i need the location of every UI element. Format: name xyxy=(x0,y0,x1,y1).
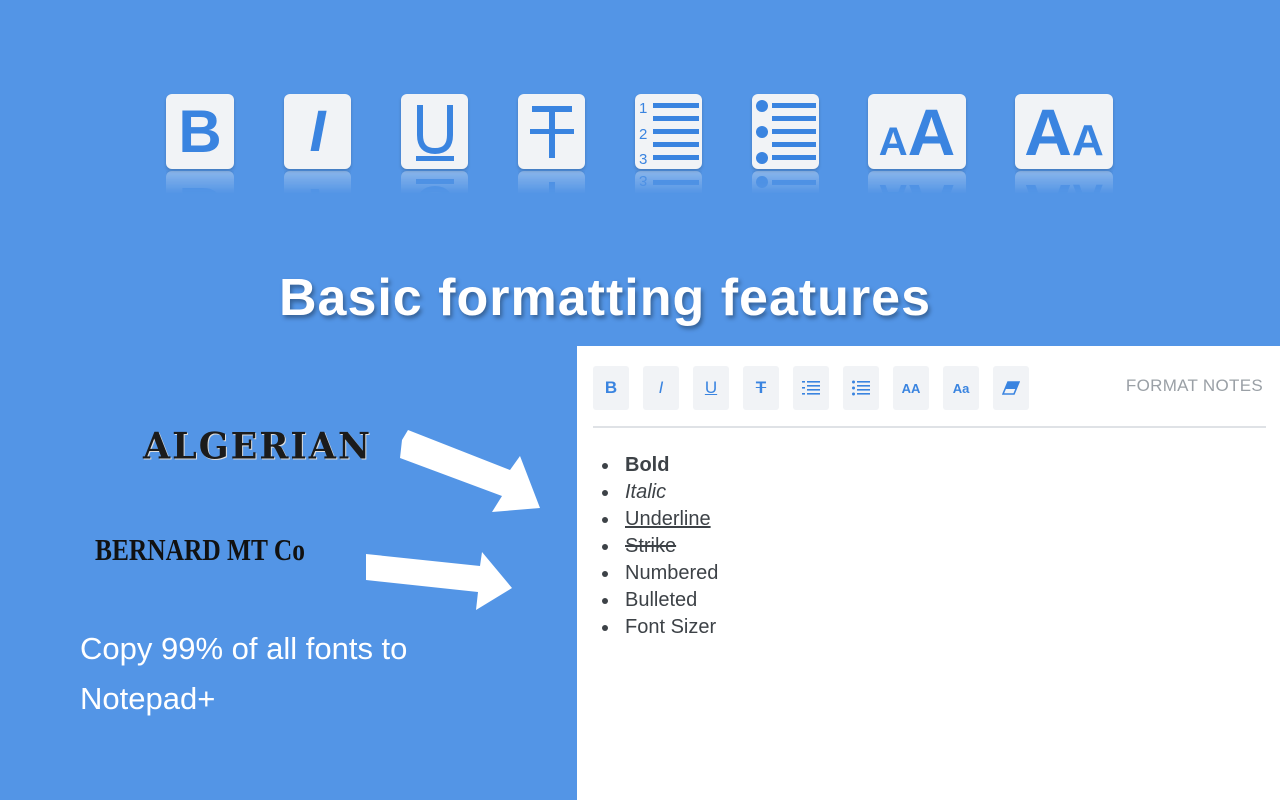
svg-text:3: 3 xyxy=(639,151,647,167)
strike-button[interactable]: T xyxy=(743,366,779,410)
list-item: Italic xyxy=(601,479,718,506)
font-size-increase-icon: AA xyxy=(901,380,921,396)
underline-icon: U xyxy=(704,378,718,397)
feature-icons-row: B I 1 2 3 AA AA xyxy=(0,94,1280,184)
italic-button[interactable]: I xyxy=(643,366,679,410)
copy-fonts-caption: Copy 99% of all fonts to Notepad+ xyxy=(80,631,408,716)
algerian-font-sample: ALGERIAN xyxy=(143,424,372,469)
headline: Basic formatting features xyxy=(278,269,932,327)
numbered-list-button[interactable] xyxy=(793,366,829,410)
bernard-font-sample: BERNARD MT Co xyxy=(95,532,305,567)
arrow-icon xyxy=(366,552,512,610)
list-item: Strike xyxy=(601,533,718,560)
font-size-up-button[interactable]: AA xyxy=(893,366,929,410)
eraser-icon xyxy=(1002,381,1020,395)
list-item: Bold xyxy=(601,452,718,479)
format-notes-label: FORMAT NOTES xyxy=(1125,376,1263,395)
bulleted-list-button[interactable] xyxy=(843,366,879,410)
underline-button[interactable]: U xyxy=(693,366,729,410)
list-item: Font Sizer xyxy=(601,614,718,641)
bold-icon: B xyxy=(166,94,234,169)
underline-icon xyxy=(401,94,468,169)
font-size-increase-icon: AA xyxy=(868,94,966,169)
italic-icon: I xyxy=(658,378,664,397)
numbered-list-icon xyxy=(802,381,820,395)
list-item: Underline xyxy=(601,506,718,533)
clear-format-button[interactable] xyxy=(993,366,1029,410)
bulleted-list-icon xyxy=(852,380,870,396)
font-size-decrease-icon: AA xyxy=(1015,94,1113,169)
toolbar-divider xyxy=(593,426,1266,428)
list-item: Numbered xyxy=(601,560,718,587)
editor-panel: B I U T AA Aa FORMAT NOTES Bold Italic U… xyxy=(577,346,1280,800)
bulleted-list-icon xyxy=(752,94,819,169)
strikethrough-icon xyxy=(518,94,585,169)
strikethrough-icon: T xyxy=(755,378,767,397)
font-size-decrease-icon: Aa xyxy=(952,380,970,396)
font-size-down-button[interactable]: Aa xyxy=(943,366,979,410)
svg-text:1: 1 xyxy=(639,100,647,117)
list-item: Bulleted xyxy=(601,587,718,614)
numbered-list-icon: 1 2 3 xyxy=(635,94,702,169)
bold-icon: B xyxy=(604,378,618,397)
italic-icon: I xyxy=(284,94,351,169)
svg-text:2: 2 xyxy=(639,126,647,143)
arrow-icon xyxy=(400,430,540,512)
notes-list[interactable]: Bold Italic Underline Strike Numbered Bu… xyxy=(601,452,718,641)
bold-button[interactable]: B xyxy=(593,366,629,410)
